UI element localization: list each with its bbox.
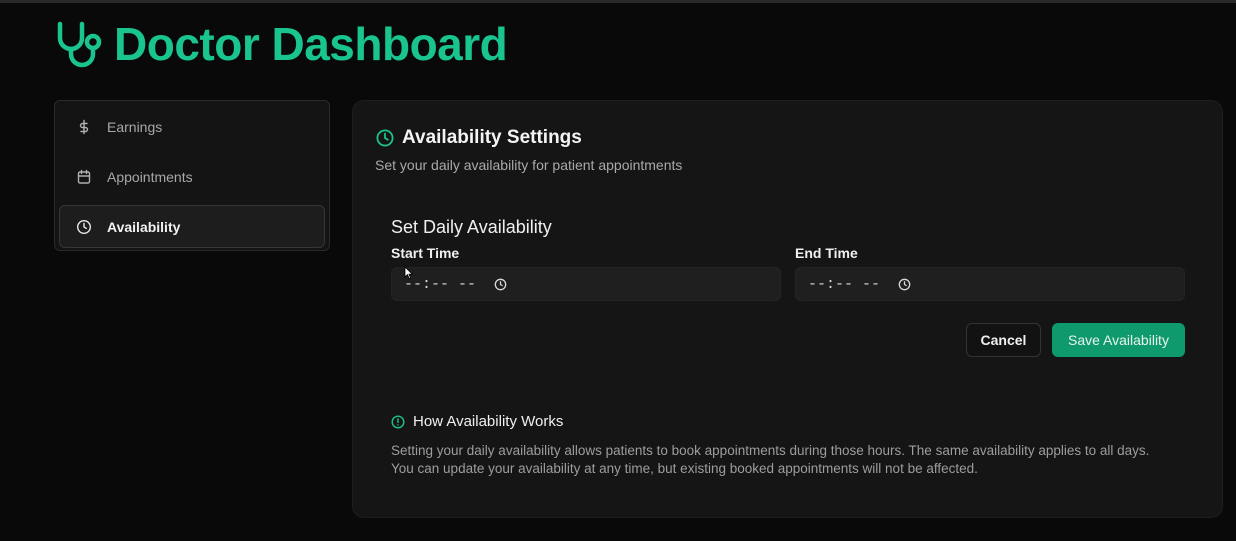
top-border <box>0 0 1236 3</box>
dollar-icon <box>76 119 92 135</box>
clock-icon <box>76 219 92 235</box>
cancel-button[interactable]: Cancel <box>966 323 1041 357</box>
stethoscope-icon <box>54 18 106 70</box>
app-header: Doctor Dashboard <box>54 18 508 70</box>
info-text-line: You can update your availability at any … <box>391 461 978 476</box>
info-header: How Availability Works <box>391 413 563 430</box>
start-time-label: Start Time <box>391 245 460 261</box>
info-text-line: Setting your daily availability allows p… <box>391 443 1150 458</box>
sidebar-item-label: Appointments <box>107 168 193 185</box>
sidebar-item-appointments[interactable]: Appointments <box>59 155 325 198</box>
mouse-cursor-icon <box>404 266 414 280</box>
calendar-icon <box>76 169 92 185</box>
card-subtitle: Set your daily availability for patient … <box>375 157 683 173</box>
sidebar-item-label: Earnings <box>107 118 163 135</box>
alert-circle-icon <box>391 414 405 429</box>
end-time-value: --:-- -- <box>808 275 881 293</box>
end-time-label: End Time <box>795 245 858 261</box>
clock-icon[interactable] <box>494 278 507 291</box>
clock-icon[interactable] <box>898 278 911 291</box>
page-title: Doctor Dashboard <box>114 18 508 70</box>
sidebar: Earnings Appointments Availability <box>54 100 330 251</box>
card-title: Availability Settings <box>402 127 582 148</box>
end-time-input[interactable]: --:-- -- <box>795 267 1185 301</box>
save-availability-button[interactable]: Save Availability <box>1052 323 1185 357</box>
clock-icon <box>375 128 395 148</box>
start-time-value: --:-- -- <box>404 275 477 293</box>
availability-card: Availability Settings Set your daily ava… <box>352 100 1223 518</box>
sidebar-item-earnings[interactable]: Earnings <box>59 105 325 148</box>
sidebar-item-label: Availability <box>107 218 181 235</box>
start-time-input[interactable]: --:-- -- <box>391 267 781 301</box>
section-title: Set Daily Availability <box>391 217 552 237</box>
info-title: How Availability Works <box>413 413 564 430</box>
info-text: Setting your daily availability allows p… <box>391 442 1191 478</box>
card-header: Availability Settings <box>375 127 582 149</box>
sidebar-item-availability[interactable]: Availability <box>59 205 325 248</box>
